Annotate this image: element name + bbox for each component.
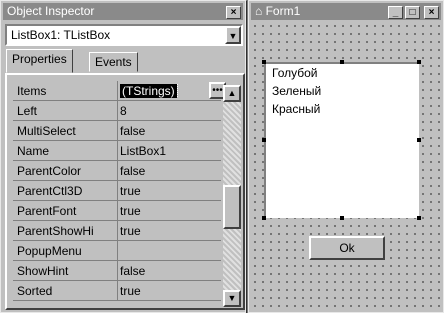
resize-handle[interactable]	[417, 60, 421, 64]
form1-title: Form1	[265, 4, 301, 18]
column-divider	[117, 101, 118, 120]
property-value[interactable]: true	[120, 184, 220, 198]
property-value-text: true	[120, 184, 141, 198]
property-row[interactable]: ParentFont true	[13, 201, 221, 221]
property-value[interactable]: false	[120, 124, 220, 138]
property-row[interactable]: ParentColor false	[13, 161, 221, 181]
property-name: Left	[17, 104, 38, 118]
property-row[interactable]: PopupMenu	[13, 241, 221, 261]
maximize-icon[interactable]: □	[405, 6, 420, 19]
column-divider	[117, 241, 118, 260]
column-divider	[117, 261, 118, 280]
property-name: ParentShowHi	[17, 224, 94, 238]
vertical-scrollbar[interactable]: ▲ ▼	[223, 85, 241, 307]
close-icon[interactable]: ×	[226, 6, 241, 19]
scroll-down-icon[interactable]: ▼	[223, 290, 241, 307]
tab-properties[interactable]: Properties	[6, 49, 73, 73]
column-divider	[117, 141, 118, 160]
property-row[interactable]: Sorted true	[13, 281, 221, 301]
property-value[interactable]: false	[120, 264, 220, 278]
listbox1[interactable]: Голубой Зеленый Красный	[264, 62, 419, 218]
list-item[interactable]: Красный	[272, 102, 320, 116]
property-value-text: true	[120, 204, 141, 218]
column-divider	[117, 121, 118, 140]
resize-handle[interactable]	[262, 60, 266, 64]
property-value-text: false	[120, 124, 146, 138]
resize-handle[interactable]	[340, 60, 344, 64]
property-name: Items	[17, 84, 47, 98]
property-name: Name	[17, 144, 50, 158]
component-selector[interactable]: ListBox1: TListBox ▼	[5, 24, 243, 46]
column-divider	[117, 181, 118, 200]
form-icon: ⌂	[255, 4, 266, 18]
property-value[interactable]: ListBox1	[120, 144, 220, 158]
property-row[interactable]: ParentCtl3D true	[13, 181, 221, 201]
property-value-text: 8	[120, 104, 127, 118]
property-value[interactable]: (TStrings)	[120, 84, 220, 98]
list-item[interactable]: Зеленый	[272, 84, 321, 98]
list-item[interactable]: Голубой	[272, 66, 318, 80]
ok-button[interactable]: Ok	[309, 236, 385, 260]
property-row[interactable]: ShowHint false	[13, 261, 221, 281]
resize-handle[interactable]	[262, 138, 266, 142]
column-divider	[117, 161, 118, 180]
column-divider	[117, 201, 118, 220]
property-row[interactable]: Left 8	[13, 101, 221, 121]
property-row[interactable]: Items (TStrings) •••	[13, 81, 226, 101]
resize-handle[interactable]	[417, 138, 421, 142]
resize-handle[interactable]	[417, 216, 421, 220]
tab-events[interactable]: Events	[89, 52, 138, 72]
property-name: ParentFont	[17, 204, 77, 218]
resize-handle[interactable]	[262, 216, 266, 220]
scroll-thumb[interactable]	[223, 185, 241, 229]
form1-window: ⌂ Form1 _ □ × Голубой Зеленый Красный Ok	[248, 0, 444, 313]
property-value-text: (TStrings)	[120, 84, 178, 98]
property-value[interactable]: 8	[120, 104, 220, 118]
component-selector-value: ListBox1: TListBox	[11, 28, 111, 42]
property-value-text: true	[120, 224, 141, 238]
property-row[interactable]: Name ListBox1	[13, 141, 221, 161]
property-value[interactable]: false	[120, 164, 220, 178]
property-name: ParentCtl3D	[17, 184, 83, 198]
property-name: PopupMenu	[17, 244, 82, 258]
property-value[interactable]: true	[120, 204, 220, 218]
property-name: ShowHint	[17, 264, 69, 278]
object-inspector-titlebar[interactable]: Object Inspector ×	[3, 3, 243, 20]
property-value-text: ListBox1	[120, 144, 167, 158]
object-inspector-window: Object Inspector × ListBox1: TListBox ▼ …	[0, 0, 246, 313]
scroll-up-icon[interactable]: ▲	[223, 85, 241, 102]
minimize-icon[interactable]: _	[388, 6, 403, 19]
property-grid: Items (TStrings) ••• Left 8 MultiSelect false N…	[5, 73, 245, 310]
property-name: MultiSelect	[17, 124, 76, 138]
property-value-text: false	[120, 164, 146, 178]
property-row[interactable]: MultiSelect false	[13, 121, 221, 141]
property-value[interactable]: true	[120, 224, 220, 238]
column-divider	[117, 81, 118, 100]
resize-handle[interactable]	[340, 216, 344, 220]
form-design-surface[interactable]: Голубой Зеленый Красный Ok	[251, 22, 441, 310]
property-value-text: true	[120, 284, 141, 298]
property-value[interactable]: true	[120, 284, 220, 298]
object-inspector-title: Object Inspector	[7, 4, 95, 18]
property-name: Sorted	[17, 284, 53, 298]
form1-titlebar[interactable]: ⌂ Form1 _ □ ×	[251, 3, 441, 20]
chevron-down-icon[interactable]: ▼	[225, 26, 241, 44]
property-row[interactable]: ParentShowHi true	[13, 221, 221, 241]
property-value-text: false	[120, 264, 146, 278]
column-divider	[117, 221, 118, 240]
close-icon[interactable]: ×	[424, 6, 439, 19]
property-name: ParentColor	[17, 164, 82, 178]
column-divider	[117, 281, 118, 300]
